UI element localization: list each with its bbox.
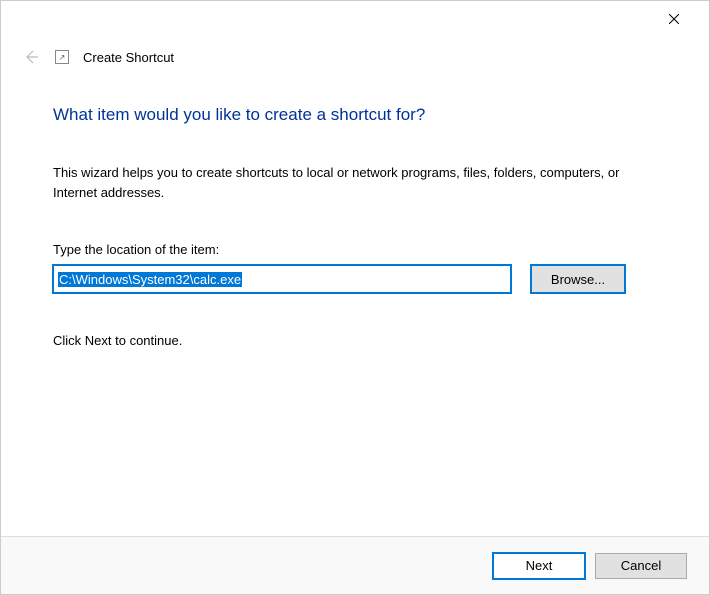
location-input-row: C:\Windows\System32\calc.exe Browse... — [53, 265, 657, 293]
cancel-button[interactable]: Cancel — [595, 553, 687, 579]
wizard-footer: Next Cancel — [1, 536, 709, 594]
browse-button[interactable]: Browse... — [531, 265, 625, 293]
wizard-header: ↗ Create Shortcut — [1, 37, 709, 67]
window-title: Create Shortcut — [83, 50, 174, 65]
back-arrow-icon — [23, 49, 39, 65]
wizard-content: What item would you like to create a sho… — [1, 67, 709, 348]
location-input[interactable]: C:\Windows\System32\calc.exe — [53, 265, 511, 293]
location-label: Type the location of the item: — [53, 242, 657, 257]
shortcut-icon: ↗ — [55, 50, 69, 64]
page-heading: What item would you like to create a sho… — [53, 105, 657, 125]
close-button[interactable] — [651, 4, 697, 34]
titlebar — [1, 1, 709, 37]
next-button[interactable]: Next — [493, 553, 585, 579]
continue-instruction: Click Next to continue. — [53, 333, 657, 348]
location-input-value: C:\Windows\System32\calc.exe — [58, 272, 242, 287]
wizard-description: This wizard helps you to create shortcut… — [53, 163, 657, 202]
back-button[interactable] — [21, 47, 41, 67]
close-icon — [669, 14, 679, 24]
